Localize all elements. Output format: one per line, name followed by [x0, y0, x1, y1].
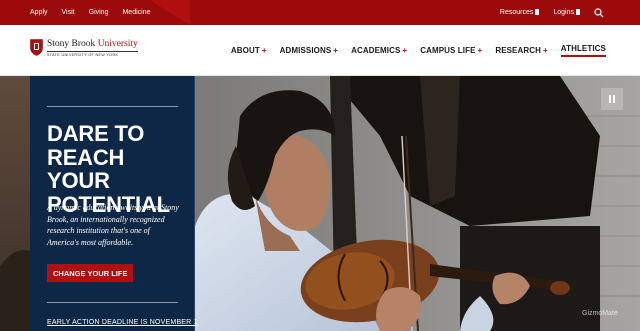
hero-panel: Dare to Reach Your Potential A dynamic e…: [30, 76, 198, 331]
logo-name: Stony Brook University: [47, 39, 138, 50]
resources-link[interactable]: Resources: [499, 9, 540, 16]
hero-intro: A dynamic education awaits you at Stony …: [47, 203, 179, 247]
plus-icon: +: [543, 46, 548, 55]
nav-about-label: ABOUT: [230, 46, 260, 55]
pause-icon: [609, 95, 611, 103]
nav-admissions[interactable]: ADMISSIONS +: [280, 46, 338, 55]
logo-text: Stony Brook University STATE UNIVERSITY …: [47, 39, 138, 57]
main-nav: ABOUT + ADMISSIONS + ACADEMICS + CAMPUS LIF…: [231, 25, 606, 76]
logo-name-part2: University: [97, 39, 138, 49]
hero-section: Dare to Reach Your Potential A dynamic e…: [0, 76, 640, 331]
change-your-life-button[interactable]: CHANGE YOUR LIFE: [47, 264, 134, 282]
utility-link-giving[interactable]: Giving: [89, 9, 109, 16]
plus-icon: +: [333, 46, 339, 55]
logo-subtitle: STATE UNIVERSITY OF NEW YORK: [47, 51, 138, 57]
utility-bar: Apply Visit Giving Medicine Resources Lo…: [0, 0, 640, 25]
utility-links: Apply Visit Giving Medicine: [30, 0, 150, 25]
nav-about[interactable]: ABOUT +: [231, 46, 267, 55]
logins-link[interactable]: Logins: [553, 9, 580, 16]
nav-academics-label: ACADEMICS: [351, 46, 401, 55]
nav-research[interactable]: RESEARCH +: [495, 46, 547, 55]
plus-icon: +: [261, 46, 267, 55]
panel-divider-bottom: [47, 302, 178, 303]
watermark: GizmoMate: [582, 310, 618, 317]
logo-name-part1: Stony Brook: [47, 39, 96, 49]
pause-icon: [613, 95, 615, 103]
nav-campus-life[interactable]: CAMPUS LIFE +: [420, 46, 482, 55]
nav-academics[interactable]: ACADEMICS +: [351, 46, 407, 55]
utility-right: Resources Logins: [500, 0, 604, 25]
utility-bar-accent: [150, 0, 190, 25]
site-header: Stony Brook University STATE UNIVERSITY …: [0, 25, 640, 76]
logins-label: Logins: [553, 9, 574, 16]
nav-campus-life-label: CAMPUS LIFE: [420, 46, 476, 55]
plus-icon: +: [477, 46, 483, 55]
utility-link-medicine[interactable]: Medicine: [122, 9, 150, 16]
utility-link-apply[interactable]: Apply: [30, 9, 48, 16]
nav-research-label: RESEARCH: [495, 46, 542, 55]
external-link-icon: [576, 9, 580, 15]
panel-divider-top: [47, 106, 178, 107]
nav-athletics[interactable]: ATHLETICS: [560, 44, 606, 57]
plus-icon: +: [402, 46, 408, 55]
deadline-link[interactable]: EARLY ACTION DEADLINE IS NOVEMBER 1: [47, 319, 198, 326]
pause-button[interactable]: [601, 88, 623, 110]
resources-label: Resources: [499, 9, 534, 16]
university-logo[interactable]: Stony Brook University STATE UNIVERSITY …: [30, 39, 138, 57]
nav-admissions-label: ADMISSIONS: [279, 46, 332, 55]
shield-icon: [30, 39, 43, 56]
search-icon[interactable]: [594, 7, 604, 18]
external-link-icon: [535, 9, 540, 15]
utility-link-visit[interactable]: Visit: [62, 9, 75, 16]
